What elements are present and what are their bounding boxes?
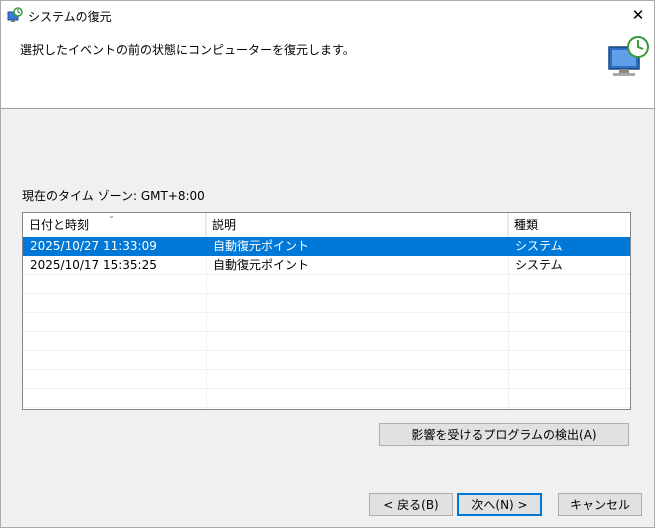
table-row[interactable]: 2025/10/17 15:35:25 自動復元ポイント システム bbox=[23, 256, 630, 275]
cell-date: 2025/10/17 15:35:25 bbox=[30, 258, 157, 272]
empty-row bbox=[23, 370, 630, 389]
cell-date: 2025/10/27 11:33:09 bbox=[30, 239, 157, 253]
empty-row bbox=[23, 275, 630, 294]
close-icon: ✕ bbox=[631, 6, 645, 24]
restore-point-list[interactable]: 日付と時刻 ⌄ 説明 種類 2025/10/27 11:33:09 自動復元ポイ… bbox=[22, 212, 631, 410]
next-button[interactable]: 次へ(N) > bbox=[457, 493, 542, 516]
empty-row bbox=[23, 294, 630, 313]
timezone-label: 現在のタイム ゾーン: GMT+8:00 bbox=[22, 189, 205, 203]
cell-type: システム bbox=[515, 258, 563, 272]
close-button[interactable]: ✕ bbox=[622, 1, 654, 29]
sort-down-icon: ⌄ bbox=[108, 212, 115, 220]
column-header-date[interactable]: 日付と時刻 ⌄ bbox=[23, 213, 206, 237]
back-button[interactable]: < 戻る(B) bbox=[369, 493, 453, 516]
window-title: システムの復元 bbox=[28, 10, 112, 24]
empty-row bbox=[23, 389, 630, 408]
monitor-restore-icon bbox=[608, 36, 649, 76]
column-header-description[interactable]: 説明 bbox=[206, 213, 508, 237]
list-header: 日付と時刻 ⌄ 説明 種類 bbox=[23, 213, 630, 237]
table-row[interactable]: 2025/10/27 11:33:09 自動復元ポイント システム bbox=[23, 237, 630, 256]
title-bar: システムの復元 ✕ bbox=[1, 1, 654, 29]
cell-description: 自動復元ポイント bbox=[213, 258, 310, 272]
system-restore-window: システムの復元 ✕ 選択したイベントの前の状態にコンピューターを復元します。 現… bbox=[0, 0, 655, 528]
empty-row bbox=[23, 351, 630, 370]
header-instruction: 選択したイベントの前の状態にコンピューターを復元します。 bbox=[20, 43, 355, 57]
header-panel: 選択したイベントの前の状態にコンピューターを復元します。 bbox=[1, 29, 654, 109]
system-restore-icon bbox=[7, 7, 23, 22]
cell-type: システム bbox=[515, 239, 563, 253]
scan-affected-programs-button[interactable]: 影響を受けるプログラムの検出(A) bbox=[379, 423, 629, 446]
cell-description: 自動復元ポイント bbox=[213, 239, 310, 253]
empty-row bbox=[23, 332, 630, 351]
column-header-type[interactable]: 種類 bbox=[508, 213, 630, 237]
cancel-button[interactable]: キャンセル bbox=[558, 493, 642, 516]
empty-row bbox=[23, 313, 630, 332]
